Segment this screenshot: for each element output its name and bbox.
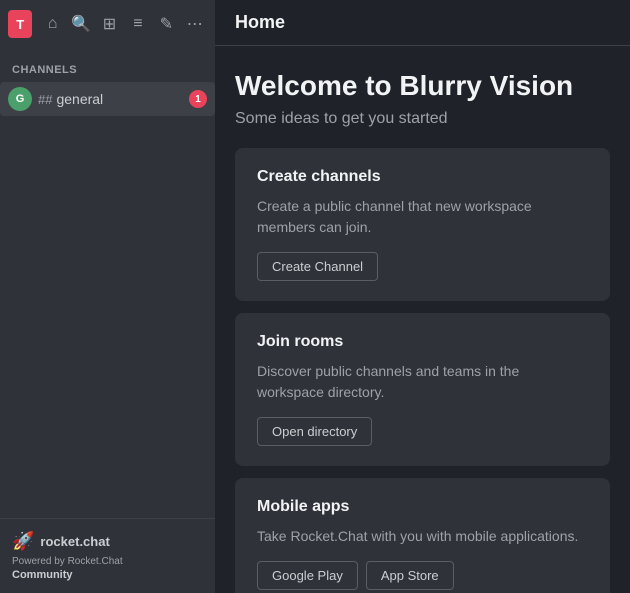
channels-section: Channels — [0, 48, 215, 80]
workspace-avatar[interactable]: T — [8, 10, 32, 38]
open-directory-button[interactable]: Open directory — [257, 417, 372, 446]
compose-icon[interactable]: ✎ — [154, 10, 178, 38]
powered-by-label: Powered by Rocket.Chat — [12, 556, 203, 567]
google-play-button[interactable]: Google Play — [257, 561, 358, 590]
create-channels-title: Create channels — [257, 168, 588, 186]
unread-badge: 1 — [189, 90, 207, 108]
channel-name: ## general — [38, 91, 183, 107]
main-header: Home — [215, 0, 630, 46]
channel-hash-icon: ## — [38, 92, 52, 107]
join-rooms-card: Join rooms Discover public channels and … — [235, 313, 610, 466]
create-channel-button[interactable]: Create Channel — [257, 252, 378, 281]
create-channels-desc: Create a public channel that new workspa… — [257, 196, 588, 238]
sidebar: T ⌂ 🔍 ⊞ ≡ ✎ ⋯ Channels G ## general 1 🚀 … — [0, 0, 215, 593]
sort-icon[interactable]: ≡ — [126, 10, 150, 38]
mobile-apps-buttons: Google Play App Store — [257, 561, 588, 590]
create-channels-card: Create channels Create a public channel … — [235, 148, 610, 301]
main-content-area: Home Welcome to Blurry Vision Some ideas… — [215, 0, 630, 593]
search-icon[interactable]: 🔍 — [69, 10, 93, 38]
home-content: Welcome to Blurry Vision Some ideas to g… — [215, 46, 630, 593]
join-rooms-desc: Discover public channels and teams in th… — [257, 361, 588, 403]
join-rooms-title: Join rooms — [257, 333, 588, 351]
sidebar-toolbar: T ⌂ 🔍 ⊞ ≡ ✎ ⋯ — [0, 0, 215, 48]
channels-label: Channels — [12, 64, 203, 76]
welcome-subtitle: Some ideas to get you started — [235, 110, 610, 128]
channel-avatar: G — [8, 87, 32, 111]
sidebar-footer: 🚀 rocket.chat Powered by Rocket.Chat Com… — [0, 518, 215, 593]
welcome-title: Welcome to Blurry Vision — [235, 70, 610, 102]
page-title: Home — [235, 12, 285, 33]
rocket-chat-logo: 🚀 rocket.chat — [12, 531, 203, 552]
edition-label: Community — [12, 569, 203, 581]
more-icon[interactable]: ⋯ — [183, 10, 207, 38]
directory-icon[interactable]: ⊞ — [97, 10, 121, 38]
home-icon[interactable]: ⌂ — [40, 10, 64, 38]
create-channels-buttons: Create Channel — [257, 252, 588, 281]
mobile-apps-title: Mobile apps — [257, 498, 588, 516]
mobile-apps-card: Mobile apps Take Rocket.Chat with you wi… — [235, 478, 610, 593]
mobile-apps-desc: Take Rocket.Chat with you with mobile ap… — [257, 526, 588, 547]
join-rooms-buttons: Open directory — [257, 417, 588, 446]
rocket-chat-brand: rocket.chat — [40, 534, 109, 549]
rocket-icon: 🚀 — [12, 531, 34, 552]
app-store-button[interactable]: App Store — [366, 561, 454, 590]
sidebar-item-general[interactable]: G ## general 1 — [0, 82, 215, 116]
